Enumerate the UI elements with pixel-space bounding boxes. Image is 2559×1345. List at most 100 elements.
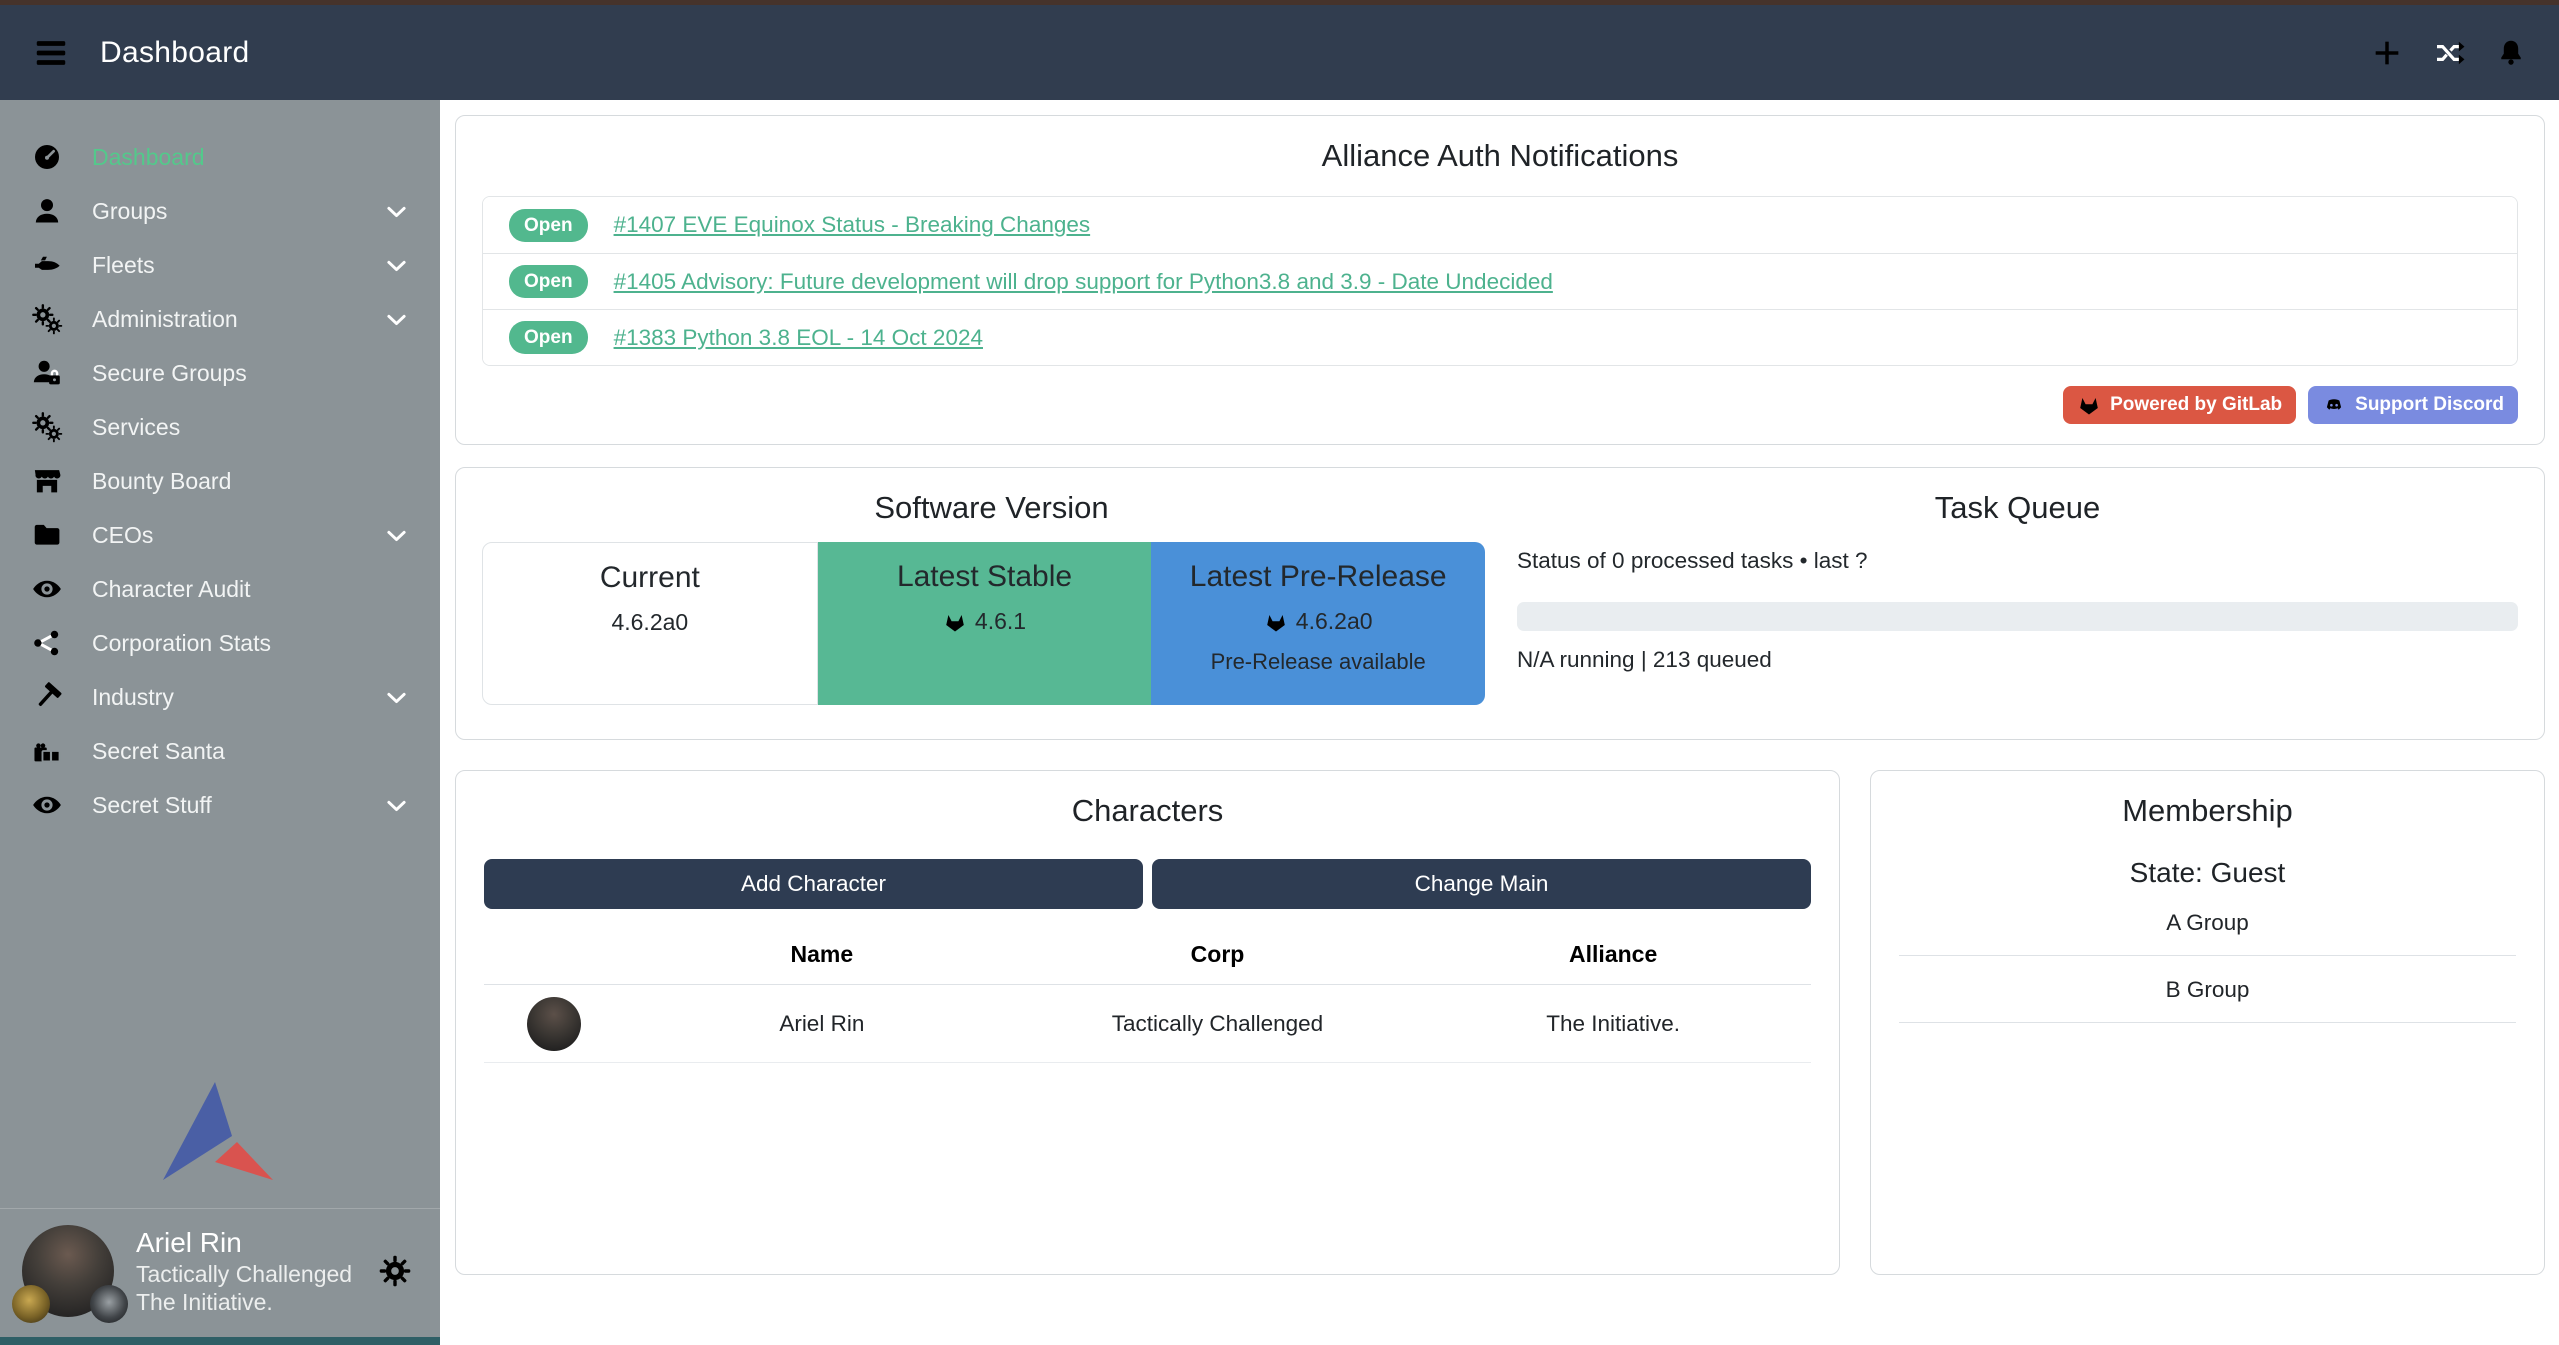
software-version-title: Software Version xyxy=(482,490,1501,526)
gitlab-badge-label: Powered by GitLab xyxy=(2110,394,2282,416)
sidebar-item-secret-stuff[interactable]: Secret Stuff xyxy=(0,778,440,832)
alliance-logo-badge xyxy=(90,1285,128,1323)
sidebar-item-label: Secure Groups xyxy=(92,360,247,387)
discord-badge-button[interactable]: Support Discord xyxy=(2308,386,2518,424)
latest-prerelease-version-text: 4.6.2a0 xyxy=(1296,608,1373,635)
gitlab-icon xyxy=(943,610,967,634)
membership-panel: Membership State: Guest A Group B Group xyxy=(1870,770,2545,1275)
sidebar-item-industry[interactable]: Industry xyxy=(0,670,440,724)
gitlab-badge-button[interactable]: Powered by GitLab xyxy=(2063,386,2296,424)
gears-icon xyxy=(30,411,64,443)
sidebar-bottom-strip xyxy=(0,1337,440,1345)
list-item: Open #1407 EVE Equinox Status - Breaking… xyxy=(483,197,2517,253)
table-row: Ariel Rin Tactically Challenged The Init… xyxy=(484,985,1811,1063)
chevron-down-icon xyxy=(383,198,410,225)
eye-icon xyxy=(30,573,64,605)
latest-stable-label: Latest Stable xyxy=(897,560,1072,594)
sidebar-item-groups[interactable]: Groups xyxy=(0,184,440,238)
task-queue-title: Task Queue xyxy=(1517,490,2518,526)
header-name: Name xyxy=(624,927,1020,984)
current-version-box: Current 4.6.2a0 xyxy=(482,542,818,705)
notifications-list: Open #1407 EVE Equinox Status - Breaking… xyxy=(482,196,2518,366)
store-icon xyxy=(30,465,64,497)
sidebar-item-ceos[interactable]: CEOs xyxy=(0,508,440,562)
task-queue-progressbar xyxy=(1517,602,2518,631)
character-buttons: Add Character Change Main xyxy=(484,859,1811,909)
gitlab-icon xyxy=(1264,610,1288,634)
status-badge: Open xyxy=(509,209,588,242)
current-version-value: 4.6.2a0 xyxy=(611,609,688,636)
bell-icon[interactable] xyxy=(2495,37,2527,69)
discord-icon xyxy=(2322,393,2346,417)
notification-link[interactable]: #1407 EVE Equinox Status - Breaking Chan… xyxy=(614,212,1091,238)
alliance-logo xyxy=(160,1082,280,1184)
list-item: A Group xyxy=(1899,889,2516,956)
software-taskqueue-panel: Software Version Current 4.6.2a0 Latest … xyxy=(455,467,2545,740)
user-corp: Tactically Challenged xyxy=(136,1260,352,1289)
chevron-down-icon xyxy=(383,684,410,711)
sidebar-item-services[interactable]: Services xyxy=(0,400,440,454)
sidebar-item-label: Services xyxy=(92,414,180,441)
sidebar-item-label: Groups xyxy=(92,198,167,225)
task-queue-counts: N/A running | 213 queued xyxy=(1517,647,2518,673)
user-icon xyxy=(30,195,64,227)
software-version-section: Software Version Current 4.6.2a0 Latest … xyxy=(482,490,1501,717)
shuttle-icon xyxy=(30,249,64,281)
sidebar-item-label: Secret Stuff xyxy=(92,792,212,819)
add-character-button[interactable]: Add Character xyxy=(484,859,1143,909)
sidebar-item-secret-santa[interactable]: Secret Santa xyxy=(0,724,440,778)
notifications-panel: Alliance Auth Notifications Open #1407 E… xyxy=(455,115,2545,445)
status-badge: Open xyxy=(509,321,588,354)
sidebar-item-label: Dashboard xyxy=(92,144,205,171)
sidebar-item-bounty-board[interactable]: Bounty Board xyxy=(0,454,440,508)
latest-stable-version-text: 4.6.1 xyxy=(975,608,1026,635)
main-content: Alliance Auth Notifications Open #1407 E… xyxy=(440,100,2559,1345)
character-corp: Tactically Challenged xyxy=(1020,1011,1416,1037)
latest-stable-value: 4.6.1 xyxy=(943,608,1026,635)
user-panel: Ariel Rin Tactically Challenged The Init… xyxy=(0,1209,440,1338)
notification-link[interactable]: #1383 Python 3.8 EOL - 14 Oct 2024 xyxy=(614,325,983,351)
task-queue-section: Task Queue Status of 0 processed tasks •… xyxy=(1501,490,2518,717)
sidebar-item-fleets[interactable]: Fleets xyxy=(0,238,440,292)
list-item: Open #1405 Advisory: Future development … xyxy=(483,253,2517,309)
chevron-down-icon xyxy=(383,792,410,819)
shuffle-icon[interactable] xyxy=(2433,37,2465,69)
list-item: B Group xyxy=(1899,956,2516,1023)
page-title: Dashboard xyxy=(100,36,249,70)
top-navbar: Dashboard xyxy=(0,5,2559,100)
sidebar-item-label: Bounty Board xyxy=(92,468,231,495)
menu-icon[interactable] xyxy=(32,34,70,72)
corp-logo-badge xyxy=(12,1285,50,1323)
character-alliance: The Initiative. xyxy=(1415,1011,1811,1037)
chevron-down-icon xyxy=(383,522,410,549)
navbar-actions xyxy=(2371,37,2527,69)
sidebar-item-label: Industry xyxy=(92,684,174,711)
user-lock-icon xyxy=(30,357,64,389)
latest-stable-box: Latest Stable 4.6.1 xyxy=(818,542,1152,705)
prerelease-note: Pre-Release available xyxy=(1211,649,1426,675)
sidebar-item-corporation-stats[interactable]: Corporation Stats xyxy=(0,616,440,670)
current-version-label: Current xyxy=(600,561,700,595)
sidebar-item-label: Corporation Stats xyxy=(92,630,271,657)
sidebar-item-administration[interactable]: Administration xyxy=(0,292,440,346)
change-main-button[interactable]: Change Main xyxy=(1152,859,1811,909)
sidebar-item-label: Administration xyxy=(92,306,238,333)
sidebar-item-character-audit[interactable]: Character Audit xyxy=(0,562,440,616)
status-badge: Open xyxy=(509,265,588,298)
user-meta: Ariel Rin Tactically Challenged The Init… xyxy=(136,1225,352,1318)
sidebar-item-label: Character Audit xyxy=(92,576,251,603)
gitlab-icon xyxy=(2077,393,2101,417)
sidebar-item-dashboard[interactable]: Dashboard xyxy=(0,130,440,184)
list-item: Open #1383 Python 3.8 EOL - 14 Oct 2024 xyxy=(483,309,2517,365)
chevron-down-icon xyxy=(383,252,410,279)
user-alliance: The Initiative. xyxy=(136,1288,352,1317)
character-portrait xyxy=(527,997,581,1051)
plus-icon[interactable] xyxy=(2371,37,2403,69)
notification-link[interactable]: #1405 Advisory: Future development will … xyxy=(614,269,1553,295)
sidebar-item-secure-groups[interactable]: Secure Groups xyxy=(0,346,440,400)
gear-icon[interactable] xyxy=(378,1254,412,1288)
task-queue-status: Status of 0 processed tasks • last ? xyxy=(1517,548,2518,574)
membership-title: Membership xyxy=(1899,793,2516,829)
characters-panel: Characters Add Character Change Main Nam… xyxy=(455,770,1840,1275)
latest-prerelease-value: 4.6.2a0 xyxy=(1264,608,1373,635)
